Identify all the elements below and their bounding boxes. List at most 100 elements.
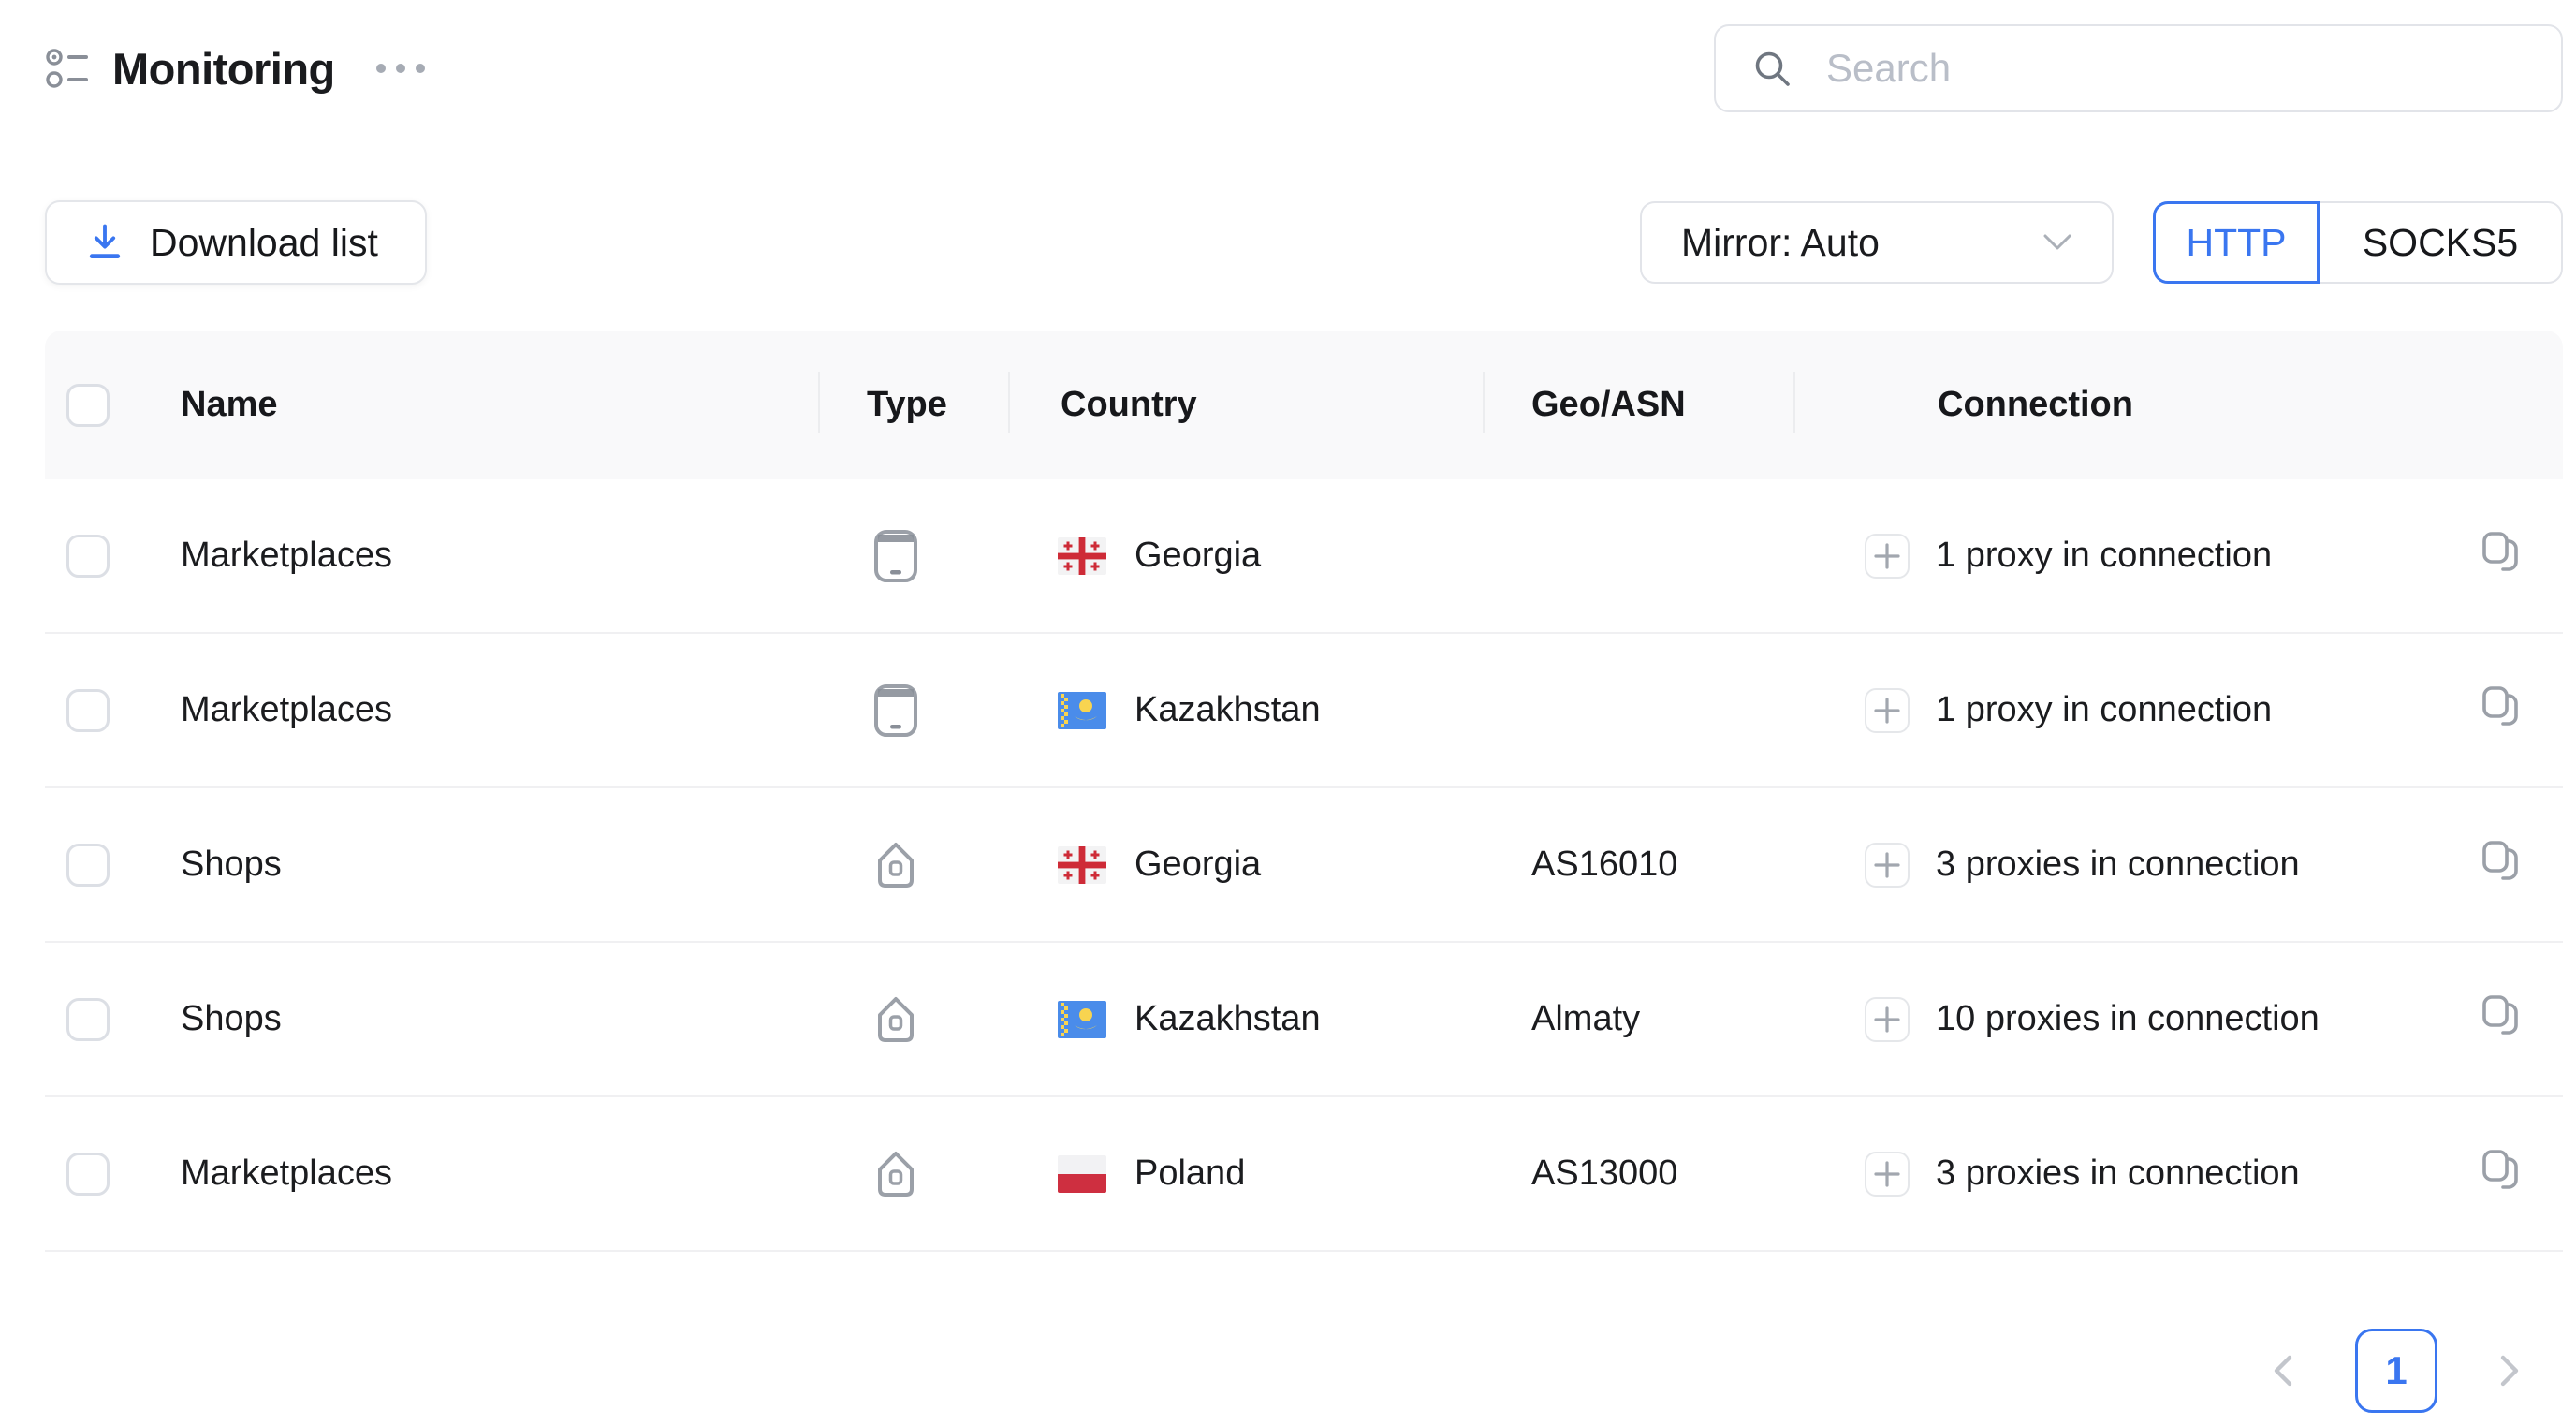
type-icon-slot <box>871 683 920 738</box>
phone-icon <box>871 529 920 583</box>
row-name: Marketplaces <box>181 479 818 632</box>
plus-icon <box>1873 1006 1901 1034</box>
row-country: Kazakhstan <box>1134 999 1321 1039</box>
georgia-flag <box>1058 846 1106 884</box>
home-icon <box>871 1147 920 1201</box>
type-icon-slot <box>871 838 920 892</box>
add-proxy-button[interactable] <box>1865 997 1910 1042</box>
type-icon-slot <box>871 1147 920 1201</box>
tab-http[interactable]: HTTP <box>2153 201 2320 284</box>
search-icon <box>1751 48 1794 91</box>
row-checkbox[interactable] <box>66 998 110 1041</box>
plus-icon <box>1873 851 1901 879</box>
flag-slot <box>1058 692 1106 729</box>
chevron-left-icon[interactable] <box>2267 1350 2299 1391</box>
flag-slot <box>1058 1001 1106 1038</box>
copy-slot[interactable] <box>2477 992 2524 1048</box>
row-name: Marketplaces <box>181 634 818 786</box>
poland-flag <box>1058 1155 1106 1193</box>
row-geo <box>1483 479 1793 632</box>
kazakhstan-flag <box>1058 1001 1106 1038</box>
table-row: Marketplaces Kazakhstan 1 proxy in conne… <box>45 634 2563 788</box>
copy-slot[interactable] <box>2477 683 2524 739</box>
column-header-connection: Connection <box>1793 331 2563 479</box>
copy-icon[interactable] <box>2477 683 2524 729</box>
type-icon-slot <box>871 529 920 583</box>
add-proxy-button[interactable] <box>1865 534 1910 579</box>
mirror-select-value: Mirror: Auto <box>1681 221 1880 265</box>
row-connection: 10 proxies in connection <box>1936 999 2451 1039</box>
copy-icon[interactable] <box>2477 837 2524 884</box>
page-title: Monitoring <box>112 43 335 95</box>
ellipsis-menu-button[interactable] <box>373 54 429 82</box>
pagination: 1 <box>45 1329 2563 1413</box>
copy-slot[interactable] <box>2477 528 2524 584</box>
toolbar: Download list Mirror: Auto HTTP SOCKS5 <box>45 200 2563 285</box>
row-type-icon-cell <box>818 634 1008 786</box>
chevron-down-icon <box>2042 233 2072 252</box>
copy-slot[interactable] <box>2477 837 2524 893</box>
page-number-button[interactable]: 1 <box>2355 1329 2437 1413</box>
row-geo <box>1483 634 1793 786</box>
row-type-icon-cell <box>818 479 1008 632</box>
row-geo: AS13000 <box>1483 1097 1793 1250</box>
table-row: Shops Georgia AS16010 3 proxies in conne… <box>45 788 2563 943</box>
list-radio-icon <box>45 45 92 92</box>
row-geo: AS16010 <box>1483 788 1793 941</box>
add-proxy-button[interactable] <box>1865 843 1910 888</box>
copy-slot[interactable] <box>2477 1146 2524 1202</box>
flag-slot <box>1058 1155 1106 1193</box>
table-row: Marketplaces Georgia 1 proxy in connecti… <box>45 479 2563 634</box>
chevron-right-icon[interactable] <box>2494 1350 2525 1391</box>
home-icon <box>871 838 920 892</box>
plus-icon <box>1873 1160 1901 1188</box>
column-header-name: Name <box>181 331 818 479</box>
column-header-type: Type <box>818 331 1008 479</box>
monitoring-page: Monitoring Download list Mirror: Auto <box>0 24 2576 1413</box>
plus-icon <box>1873 542 1901 570</box>
home-icon <box>871 992 920 1047</box>
row-checkbox[interactable] <box>66 1153 110 1196</box>
row-type-icon-cell <box>818 943 1008 1095</box>
georgia-flag <box>1058 537 1106 575</box>
row-country: Poland <box>1134 1153 1245 1194</box>
search-input[interactable] <box>1714 24 2563 112</box>
row-type-icon-cell <box>818 1097 1008 1250</box>
row-checkbox[interactable] <box>66 689 110 732</box>
row-country: Kazakhstan <box>1134 690 1321 730</box>
row-type-icon-cell <box>818 788 1008 941</box>
type-icon-slot <box>871 992 920 1047</box>
row-connection: 3 proxies in connection <box>1936 845 2451 885</box>
copy-icon[interactable] <box>2477 992 2524 1038</box>
row-country: Georgia <box>1134 536 1261 576</box>
copy-icon[interactable] <box>2477 528 2524 575</box>
row-connection: 1 proxy in connection <box>1936 536 2451 576</box>
row-connection: 3 proxies in connection <box>1936 1153 2451 1194</box>
download-list-label: Download list <box>150 221 378 265</box>
row-country: Georgia <box>1134 845 1261 885</box>
row-name: Marketplaces <box>181 1097 818 1250</box>
plus-icon <box>1873 697 1901 725</box>
add-proxy-button[interactable] <box>1865 688 1910 733</box>
copy-icon[interactable] <box>2477 1146 2524 1193</box>
table-body: Marketplaces Georgia 1 proxy in connecti… <box>45 479 2563 1252</box>
download-list-button[interactable]: Download list <box>45 200 427 285</box>
tab-socks5[interactable]: SOCKS5 <box>2320 203 2561 282</box>
table-row: Marketplaces Poland AS13000 3 proxies in… <box>45 1097 2563 1252</box>
row-checkbox[interactable] <box>66 844 110 887</box>
select-all-checkbox[interactable] <box>66 384 110 427</box>
row-name: Shops <box>181 788 818 941</box>
row-connection: 1 proxy in connection <box>1936 690 2451 730</box>
row-checkbox[interactable] <box>66 535 110 578</box>
table-header: Name Type Country Geo/ASN Connection <box>45 331 2563 479</box>
download-icon <box>84 222 125 263</box>
row-name: Shops <box>181 943 818 1095</box>
protocol-toggle: HTTP SOCKS5 <box>2153 201 2563 284</box>
mirror-select[interactable]: Mirror: Auto <box>1640 201 2114 284</box>
kazakhstan-flag <box>1058 692 1106 729</box>
add-proxy-button[interactable] <box>1865 1152 1910 1197</box>
flag-slot <box>1058 846 1106 884</box>
column-header-geo-asn: Geo/ASN <box>1483 331 1793 479</box>
column-header-country: Country <box>1008 331 1483 479</box>
table-row: Shops Kazakhstan Almaty 10 proxies in co… <box>45 943 2563 1097</box>
